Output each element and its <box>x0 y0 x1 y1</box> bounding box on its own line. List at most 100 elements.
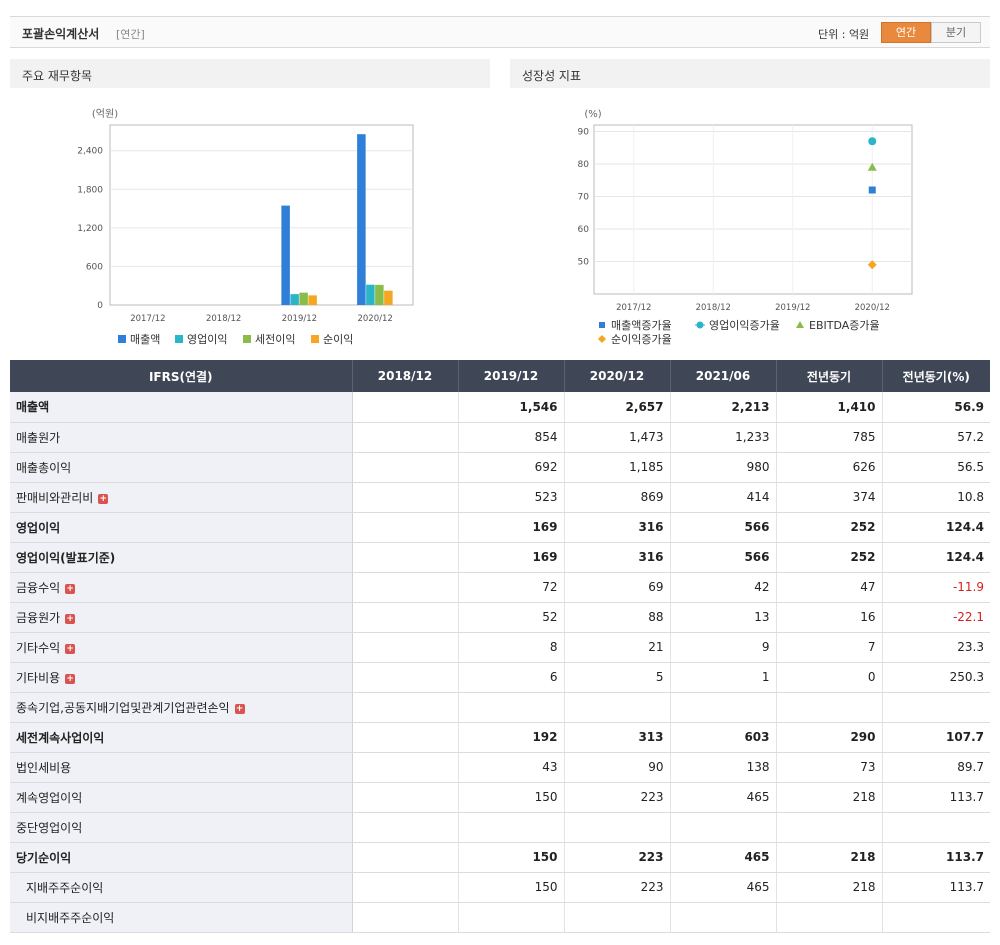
table-cell: 169 <box>457 542 564 573</box>
table-cell: -11.9 <box>881 572 990 603</box>
table-cell: 107.7 <box>881 722 990 753</box>
expand-plus-icon[interactable]: + <box>65 583 76 594</box>
table-cell <box>881 812 990 843</box>
row-label-cell: 매출총이익 <box>10 452 353 483</box>
legend-swatch <box>243 335 251 343</box>
x-tick-label: 2018/12 <box>206 314 241 324</box>
row-label-cell: 계속영업이익 <box>10 782 353 813</box>
y-tick-label: 1,800 <box>77 185 103 195</box>
quarter-toggle-button[interactable]: 분기 <box>931 22 981 43</box>
point-marker <box>599 322 605 328</box>
table-cell: 566 <box>669 512 776 543</box>
table-cell: 89.7 <box>881 752 990 783</box>
row-label-cell: 금융원가 + <box>10 602 353 633</box>
plot-area <box>109 124 414 306</box>
table-cell: 1,546 <box>457 392 564 423</box>
table-cell <box>351 812 458 843</box>
row-label-cell: 영업이익 <box>10 512 353 543</box>
bar <box>366 284 375 305</box>
table-cell: 1,473 <box>563 422 670 453</box>
table-cell <box>669 692 776 723</box>
x-tick-label: 2018/12 <box>696 303 731 313</box>
column-header[interactable]: 2019/12 <box>457 360 564 392</box>
table-cell <box>351 842 458 873</box>
row-label: 지배주주순이익 <box>26 880 104 895</box>
table-cell <box>351 452 458 483</box>
table-cell: 9 <box>669 632 776 663</box>
table-cell: 626 <box>775 452 882 483</box>
y-tick-label: 2,400 <box>77 147 103 157</box>
expand-plus-icon[interactable]: + <box>65 643 76 654</box>
table-cell <box>351 902 458 933</box>
table-cell: 566 <box>669 542 776 573</box>
table-cell: 113.7 <box>881 872 990 903</box>
table-cell: 138 <box>669 752 776 783</box>
column-header[interactable]: 2021/06 <box>669 360 776 392</box>
table-cell: 523 <box>457 482 564 513</box>
point-marker <box>868 137 877 146</box>
table-cell: 374 <box>775 482 882 513</box>
column-header[interactable]: 2018/12 <box>351 360 458 392</box>
income-statement-table: IFRS(연결) 2018/12 2019/12 2020/12 2021/06… <box>10 360 990 933</box>
table-cell: 23.3 <box>881 632 990 663</box>
table-row: 지배주주순이익 150 223 465 218 113.7 <box>10 872 990 903</box>
table-cell: 113.7 <box>881 782 990 813</box>
table-cell: 52 <box>457 602 564 633</box>
table-cell <box>351 722 458 753</box>
expand-plus-icon[interactable]: + <box>98 493 109 504</box>
row-label-cell: 기타비용 + <box>10 662 353 693</box>
annual-toggle-button[interactable]: 연간 <box>881 22 931 43</box>
table-row: 금융원가 +52 88 13 16 -22.1 <box>10 602 990 633</box>
y-tick-label: 0 <box>97 301 103 311</box>
table-cell: 16 <box>775 602 882 633</box>
table-cell: 218 <box>775 872 882 903</box>
table-cell: 252 <box>775 542 882 573</box>
table-row: 매출액 1,546 2,657 2,213 1,410 56.9 <box>10 392 990 423</box>
page: 포괄손익계산서 [연간] 단위 : 억원 연간 분기 주요 재무항목 성장성 지… <box>0 0 1000 945</box>
point-marker <box>598 335 606 343</box>
table-cell: 465 <box>669 782 776 813</box>
table-row: 당기순이익 150 223 465 218 113.7 <box>10 842 990 873</box>
legend-label: 매출액 <box>130 333 160 346</box>
table-cell: 7 <box>775 632 882 663</box>
table-cell <box>669 812 776 843</box>
table-cell: 465 <box>669 842 776 873</box>
column-header: 전년동기(%) <box>881 360 990 392</box>
table-row: 법인세비용 43 90 138 73 89.7 <box>10 752 990 783</box>
row-label: 종속기업,공동지배기업및관계기업관련손익 <box>16 700 230 715</box>
expand-plus-icon[interactable]: + <box>234 703 245 714</box>
table-row: 금융수익 +72 69 42 47 -11.9 <box>10 572 990 603</box>
y-tick-label: 50 <box>578 258 590 268</box>
y-tick-label: 90 <box>578 128 590 138</box>
row-label: 판매비와관리비 <box>16 490 94 505</box>
table-cell <box>351 422 458 453</box>
expand-plus-icon[interactable]: + <box>65 613 76 624</box>
column-header[interactable]: 2020/12 <box>563 360 670 392</box>
table-cell: 8 <box>457 632 564 663</box>
bar <box>308 295 317 305</box>
row-label: 금융수익 <box>16 580 61 595</box>
row-label: 기타수익 <box>16 640 61 655</box>
table-cell: 250.3 <box>881 662 990 693</box>
table-cell <box>881 902 990 933</box>
legend-label: 세전이익 <box>255 333 295 346</box>
row-label: 매출액 <box>16 400 50 415</box>
expand-plus-icon[interactable]: + <box>65 673 76 684</box>
legend-label: 순이익 <box>323 333 353 346</box>
table-cell: 88 <box>563 602 670 633</box>
table-cell: 57.2 <box>881 422 990 453</box>
table-cell: 692 <box>457 452 564 483</box>
table-cell: 113.7 <box>881 842 990 873</box>
table-cell: 6 <box>457 662 564 693</box>
table-cell <box>351 662 458 693</box>
row-label: 영업이익 <box>16 520 61 535</box>
column-header: IFRS(연결) <box>10 360 352 392</box>
bar <box>299 292 308 305</box>
table-cell: 43 <box>457 752 564 783</box>
table-cell <box>351 752 458 783</box>
table-row: 매출원가 854 1,473 1,233 785 57.2 <box>10 422 990 453</box>
table-cell <box>351 542 458 573</box>
row-label: 매출총이익 <box>16 460 72 475</box>
row-label-cell: 판매비와관리비 + <box>10 482 353 513</box>
table-cell: 1,410 <box>775 392 882 423</box>
